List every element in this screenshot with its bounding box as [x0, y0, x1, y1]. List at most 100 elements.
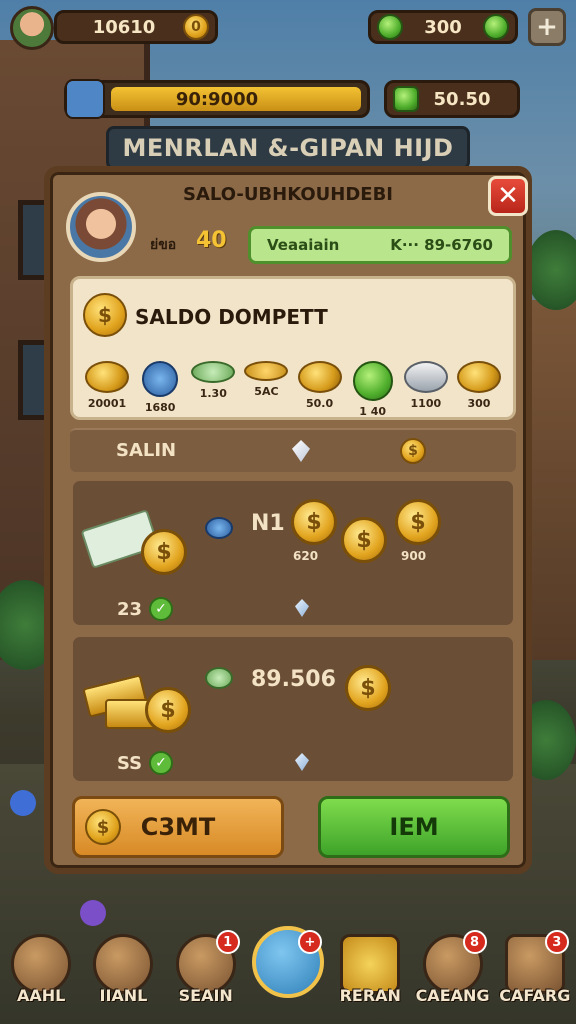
nav-label: SEAIN — [178, 986, 233, 1005]
status-left: Veaaiain — [267, 236, 340, 254]
gold-coin-icon: $ — [291, 499, 337, 545]
cash-counter: 50.50 — [384, 80, 520, 118]
nav-item[interactable]: RERAN — [330, 934, 410, 1005]
currency-label: 1 40 — [359, 405, 387, 418]
flat-coin-icon — [244, 361, 289, 381]
gold-bars-icon: $ — [82, 655, 195, 735]
blue-token-icon — [205, 517, 233, 539]
level-value: 40 — [196, 228, 227, 253]
currency-label: 50.0 — [305, 397, 334, 410]
player-avatar[interactable] — [10, 6, 54, 50]
cash-stack-icon: $ — [80, 499, 195, 579]
nav-item[interactable]: AAHL — [1, 934, 81, 1005]
currency-item[interactable]: 1680 — [134, 361, 186, 418]
gold-coin-icon: $ — [341, 517, 387, 563]
currency-label: 20001 — [87, 397, 127, 410]
currency-label: 1100 — [410, 397, 442, 410]
currency-item[interactable]: 20001 — [81, 361, 133, 418]
profile-avatar — [66, 192, 136, 262]
currency-item[interactable]: 1.30 — [187, 361, 239, 418]
status-right: K··· 89-6760 — [390, 236, 493, 254]
currency-label: 1.30 — [199, 387, 227, 400]
nav-item[interactable]: 8 CAEANG — [413, 930, 493, 1005]
coins-value: 10610 — [92, 16, 156, 38]
check-icon: ✓ — [149, 597, 173, 621]
nav-label: IIANL — [99, 986, 148, 1005]
profile-thumb-icon — [65, 79, 105, 119]
reward-card-cash[interactable]: $ N1 $ $ $ 620 900 23 ✓ — [70, 478, 516, 628]
currency-item[interactable]: 50.0 — [294, 361, 346, 418]
wallet-title: SALDO DOMPETT — [135, 305, 328, 329]
confirm-button-label: C3MT — [140, 813, 216, 841]
energy-value: 90:9000 — [175, 88, 259, 110]
reward-count: 23 — [117, 599, 143, 620]
currency-label: 1680 — [144, 401, 176, 414]
flower — [10, 790, 36, 816]
silver-stack-icon — [403, 361, 448, 393]
green-gem-icon — [377, 14, 403, 40]
nav-label: CAEANG — [415, 986, 490, 1005]
notification-badge: 1 — [215, 930, 240, 954]
nav-label: AAHL — [16, 986, 66, 1005]
gems-counter: 300 — [368, 10, 518, 44]
diamond-icon — [295, 599, 309, 617]
currency-label: 5AC — [254, 385, 279, 398]
blue-token-icon — [142, 361, 179, 397]
currency-item[interactable]: 5AC — [240, 361, 292, 418]
energy-bar: 90:9000 — [64, 79, 370, 119]
check-icon: ✓ — [149, 751, 173, 775]
coin-icon: 0 — [183, 14, 209, 40]
gold-coin-icon — [456, 361, 501, 393]
gold-coin-icon — [297, 361, 342, 393]
gold-coin-icon — [85, 361, 129, 393]
gold-coin-icon: $ — [345, 665, 391, 711]
nav-item[interactable]: IIANL — [83, 934, 163, 1005]
confirm-button[interactable]: $ C3MT — [72, 796, 284, 858]
item-button[interactable]: IEM — [318, 796, 510, 858]
plant — [526, 230, 576, 310]
chest-icon — [93, 934, 154, 994]
currency-label: 300 — [467, 397, 491, 410]
nav-item-center[interactable]: + — [248, 926, 328, 998]
close-button[interactable]: ✕ — [488, 176, 528, 216]
coin-b-label: 900 — [401, 549, 427, 563]
coin-icon: $ — [400, 438, 426, 464]
diamond-icon — [292, 440, 310, 462]
bottom-nav: AAHL IIANL 1 SEAIN + RERAN 8 CAEANG 3 CA… — [0, 914, 576, 1024]
status-bar: Veaaiain K··· 89-6760 — [248, 226, 512, 264]
gold-coin-icon: $ — [395, 499, 441, 545]
currency-item[interactable]: 300 — [453, 361, 505, 418]
reward-card-gold[interactable]: $ 89.506 $ SS ✓ — [70, 634, 516, 784]
level-label: ย่ขอ — [150, 237, 177, 253]
reward-count: SS — [117, 753, 143, 774]
currency-item[interactable]: 1 40 — [347, 361, 399, 418]
saldo-row: SALIN $ — [70, 428, 516, 472]
wallet-coin-icon: $ — [83, 293, 127, 337]
cash-value: 50.50 — [433, 88, 491, 110]
coins-counter: 10610 0 — [54, 10, 218, 44]
coin-a-label: 620 — [293, 549, 319, 563]
sword-icon — [11, 934, 72, 994]
map-icon — [340, 934, 401, 994]
reward-value: 89.506 — [251, 667, 336, 692]
currency-list: 20001 1680 1.30 5AC 50.0 1 40 1100 300 — [81, 361, 505, 418]
reward-title: N1 — [251, 511, 285, 536]
notification-badge: 8 — [462, 930, 487, 954]
saldo-label: SALIN — [116, 440, 177, 461]
diamond-icon — [295, 753, 309, 771]
add-gems-icon[interactable] — [483, 14, 509, 40]
shop-plus-button[interactable]: + — [528, 8, 566, 46]
currency-item[interactable]: 1100 — [400, 361, 452, 418]
green-chip-icon — [191, 361, 236, 383]
gems-value: 300 — [424, 16, 462, 38]
notification-badge: 3 — [544, 930, 569, 954]
nav-label: CAFARG — [499, 986, 571, 1005]
nav-item[interactable]: 3 CAFARG — [495, 930, 575, 1005]
page-title: MENRLAN &-GIPAN HIJD — [106, 126, 470, 170]
cash-gem-icon — [393, 86, 419, 112]
nav-label: RERAN — [339, 986, 401, 1005]
coin-icon: $ — [85, 809, 121, 845]
nav-item[interactable]: 1 SEAIN — [166, 930, 246, 1005]
wallet-balance-card: $ SALDO DOMPETT 20001 1680 1.30 5AC 50.0 — [70, 276, 516, 420]
green-coin-icon — [352, 361, 393, 401]
